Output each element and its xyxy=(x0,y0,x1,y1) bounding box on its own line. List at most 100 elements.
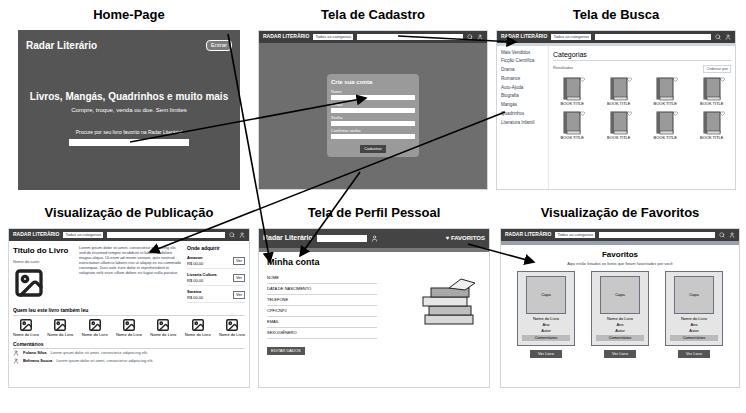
user-icon[interactable] xyxy=(239,232,245,238)
view-book-button[interactable]: Ver Livro xyxy=(604,350,636,358)
page-heading: Minha conta xyxy=(267,256,481,270)
store-button[interactable]: Ver xyxy=(233,291,245,299)
book-year: Ano xyxy=(542,322,549,328)
search-input[interactable] xyxy=(107,232,225,238)
book-icon xyxy=(562,77,582,101)
search-input[interactable] xyxy=(69,139,189,146)
search-input[interactable] xyxy=(599,232,715,238)
search-icon[interactable] xyxy=(715,34,721,40)
profile-field[interactable]: EMAIL xyxy=(267,317,377,328)
sidebar-item[interactable]: Biografia xyxy=(501,93,544,100)
image-icon xyxy=(13,267,45,299)
search-input[interactable] xyxy=(357,34,463,40)
related-book[interactable]: Nome do Livro xyxy=(47,318,73,338)
sidebar-item[interactable]: Mangás xyxy=(501,102,544,109)
sort-dropdown[interactable]: Ordenar por xyxy=(703,65,731,73)
text-field[interactable] xyxy=(331,95,415,100)
profile-field[interactable]: DATA DE NASCIMENTO xyxy=(267,284,377,295)
heart-icon[interactable] xyxy=(720,77,725,82)
category-dropdown[interactable]: Todas as categorias xyxy=(63,232,103,238)
category-dropdown[interactable]: Todas as categorias xyxy=(313,34,353,40)
book-card[interactable]: BOOK TITLE xyxy=(600,77,639,107)
book-name: Nome do Livro xyxy=(607,316,633,322)
related-heading: Quem leu este livro também leu xyxy=(13,307,245,316)
book-card[interactable]: BOOK TITLE xyxy=(553,77,592,107)
logo[interactable]: RADAR LITERÁRIO xyxy=(263,33,309,41)
book-card[interactable]: BOOK TITLE xyxy=(693,77,732,107)
user-icon[interactable] xyxy=(729,232,735,238)
sidebar-item[interactable]: Quadrinhos xyxy=(501,111,544,118)
sidebar-item[interactable]: Drama xyxy=(501,67,544,74)
book-title: BOOK TITLE xyxy=(700,101,724,107)
view-book-button[interactable]: Ver Livro xyxy=(678,350,710,358)
heart-icon[interactable] xyxy=(720,111,725,116)
view-book-button[interactable]: Ver Livro xyxy=(530,350,562,358)
logo[interactable]: RADAR LITERÁRIO xyxy=(501,33,547,41)
book-icon xyxy=(562,111,582,135)
book-icon xyxy=(702,77,722,101)
user-icon[interactable] xyxy=(725,34,731,40)
store-button[interactable]: Ver xyxy=(233,257,245,265)
heart-icon[interactable] xyxy=(627,111,632,116)
sidebar-item[interactable]: Auto-Ajuda xyxy=(501,85,544,92)
flow-arrow xyxy=(398,36,516,42)
logo[interactable]: Radar Literário xyxy=(263,233,313,244)
login-button[interactable]: Entrar xyxy=(206,40,232,51)
sidebar-item[interactable]: Romance xyxy=(501,76,544,83)
heart-icon[interactable] xyxy=(580,111,585,116)
search-input[interactable] xyxy=(595,34,711,40)
search-icon[interactable] xyxy=(229,232,235,238)
logo[interactable]: RADAR LITERÁRIO xyxy=(505,231,551,239)
text-field[interactable] xyxy=(331,121,415,126)
image-icon xyxy=(19,318,33,332)
signup-form: Crie sua contaNomeE-mailSenhaConfirmar s… xyxy=(327,74,419,157)
sidebar-item[interactable]: Mais Vendidos xyxy=(501,50,544,57)
related-book[interactable]: Nome do Livro xyxy=(13,318,39,338)
logo[interactable]: Radar Literário xyxy=(26,38,97,53)
search-icon[interactable] xyxy=(467,34,473,40)
related-title: Nome do Livro xyxy=(82,332,108,338)
favorites-link[interactable]: ♥ FAVORITOS xyxy=(446,234,485,243)
sidebar-item[interactable]: Ficção Científica xyxy=(501,58,544,65)
heart-icon[interactable] xyxy=(580,77,585,82)
text-field[interactable] xyxy=(331,108,415,113)
logo[interactable]: RADAR LITERÁRIO xyxy=(13,231,59,239)
search-icon[interactable] xyxy=(719,232,725,238)
text-field[interactable] xyxy=(331,134,415,139)
book-card[interactable]: BOOK TITLE xyxy=(600,111,639,141)
category-dropdown[interactable]: Todas as categorias xyxy=(555,232,595,238)
search-input[interactable] xyxy=(317,235,367,242)
profile-field[interactable]: SEXO/GÊNERO xyxy=(267,328,377,339)
image-icon xyxy=(191,318,205,332)
book-card[interactable]: BOOK TITLE xyxy=(646,111,685,141)
book-title: BOOK TITLE xyxy=(654,135,678,141)
profile-field[interactable]: NOME xyxy=(267,273,377,284)
book-card[interactable]: BOOK TITLE xyxy=(553,111,592,141)
book-card[interactable]: BOOK TITLE xyxy=(693,111,732,141)
flow-arrow xyxy=(130,98,366,142)
user-icon[interactable] xyxy=(477,34,483,40)
heart-icon[interactable] xyxy=(673,77,678,82)
heart-icon[interactable] xyxy=(627,77,632,82)
sidebar-item[interactable]: Literatura Infantil xyxy=(501,120,544,127)
screen-title: Home-Page xyxy=(18,6,240,24)
navigation-flow-diagram: Home-PageRadar LiterárioEntrarLivros, Ma… xyxy=(0,0,746,413)
header-bar: RADAR LITERÁRIO Todas as categorias xyxy=(501,229,739,241)
category-dropdown[interactable]: Todas as categorias xyxy=(551,34,591,40)
related-book[interactable]: Nome do Livro xyxy=(82,318,108,338)
user-icon[interactable] xyxy=(371,235,378,242)
book-name: Nome do Livro xyxy=(533,316,559,322)
related-book[interactable]: Nome do Livro xyxy=(150,318,176,338)
related-book[interactable]: Nome do Livro xyxy=(185,318,211,338)
submit-button[interactable]: Cadastrar xyxy=(360,145,386,153)
profile-field[interactable]: CPF/CNPJ xyxy=(267,306,377,317)
related-book[interactable]: Nome do Livro xyxy=(219,318,245,338)
related-book[interactable]: Nome do Livro xyxy=(116,318,142,338)
related-title: Nome do Livro xyxy=(185,332,211,338)
profile-field[interactable]: TELEFONE xyxy=(267,295,377,306)
image-icon xyxy=(53,318,67,332)
store-button[interactable]: Ver xyxy=(233,274,245,282)
edit-button[interactable]: EDITAR DADOS xyxy=(267,347,305,355)
heart-icon[interactable] xyxy=(673,111,678,116)
book-card[interactable]: BOOK TITLE xyxy=(646,77,685,107)
